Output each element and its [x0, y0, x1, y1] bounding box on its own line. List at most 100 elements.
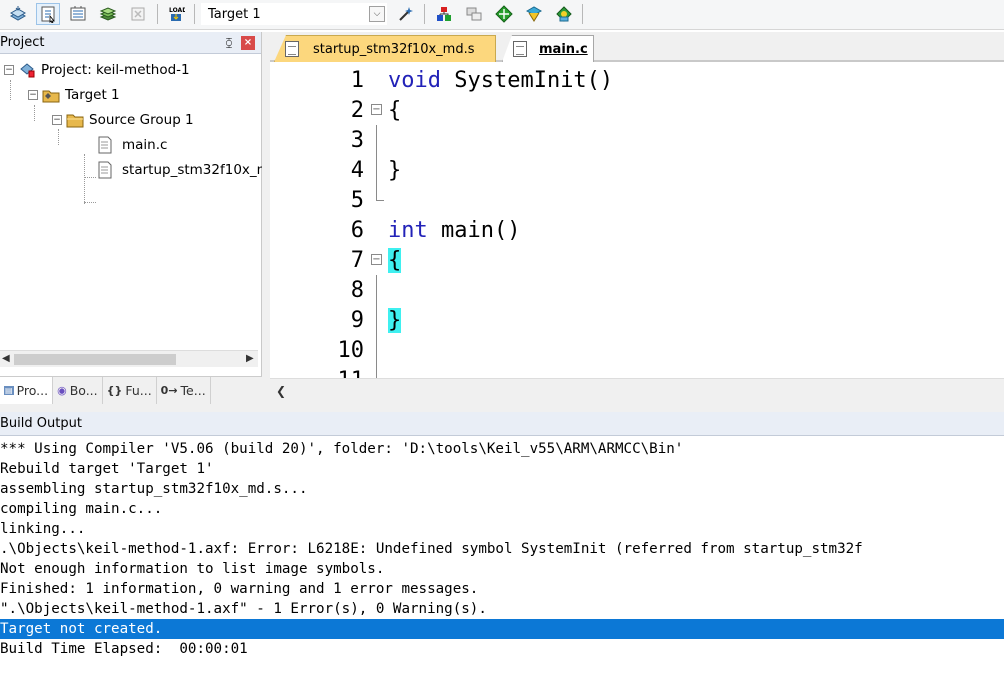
- build-output-line: compiling main.c...: [0, 501, 163, 517]
- project-pane-tabs: ▤ Pro... ◉ Bo... {} Fu... 0→ Te...: [0, 376, 262, 404]
- tree-source-group[interactable]: − Source Group 1: [52, 109, 194, 131]
- line-number: 1: [350, 67, 364, 93]
- code-text: }: [388, 157, 402, 183]
- tree-source-group-label: Source Group 1: [89, 112, 194, 128]
- editor-horizontal-scrollbar[interactable]: ❮: [270, 378, 1004, 404]
- line-number: 2: [350, 97, 364, 123]
- pack-installer-icon[interactable]: [492, 3, 516, 25]
- collapse-icon[interactable]: −: [52, 115, 62, 125]
- tree-file-label: main.c: [122, 137, 168, 153]
- code-line: 2 − {: [270, 95, 402, 125]
- tab-label: Fu...: [125, 383, 152, 398]
- build-output-line: ".\Objects\keil-method-1.axf" - 1 Error(…: [0, 601, 487, 617]
- code-line: 7 − {: [270, 245, 402, 275]
- tab-main-file[interactable]: main.c: [502, 35, 594, 62]
- build-output-title: Build Output: [0, 416, 82, 431]
- toolbar: LOAD Target 1 ⌵: [0, 0, 1004, 30]
- download-icon[interactable]: LOAD: [164, 3, 188, 25]
- code-line: 1 void SystemInit(): [270, 65, 613, 95]
- line-number: 3: [350, 127, 364, 153]
- build-output-line: Not enough information to list image sym…: [0, 561, 385, 577]
- tab-label: Pro...: [16, 383, 49, 398]
- scroll-right-icon[interactable]: ▶: [246, 353, 254, 364]
- tab-label: Bo...: [69, 383, 98, 398]
- collapse-icon[interactable]: −: [4, 65, 14, 75]
- tree-file-label: startup_stm32f10x_m: [122, 162, 270, 178]
- functions-icon: {}: [106, 384, 123, 397]
- scroll-left-icon[interactable]: ◀: [2, 353, 10, 364]
- tree-file-main[interactable]: main.c: [96, 134, 167, 156]
- code-line: 9 }: [270, 305, 402, 335]
- code-line: 8: [270, 275, 388, 305]
- code-line: 4 }: [270, 155, 401, 185]
- build-output-panel[interactable]: *** Using Compiler 'V5.06 (build 20)', f…: [0, 438, 1004, 683]
- scrollbar-thumb[interactable]: [14, 354, 176, 365]
- pin-icon[interactable]: ⧲: [221, 35, 237, 51]
- keyword: void: [388, 67, 441, 93]
- tab-project[interactable]: ▤ Pro...: [0, 377, 54, 404]
- target-select[interactable]: Target 1 ⌵: [201, 3, 387, 25]
- build-output-line: Rebuild target 'Target 1': [0, 461, 214, 477]
- project-horizontal-scrollbar[interactable]: ◀ ▶: [0, 350, 258, 367]
- tree-target[interactable]: − Target 1: [28, 84, 120, 106]
- line-number: 11: [270, 368, 366, 379]
- code-text: SystemInit(): [440, 67, 614, 93]
- code-text: main(): [427, 217, 521, 243]
- line-number: 7: [350, 247, 364, 273]
- build-output-line: Finished: 1 information, 0 warning and 1…: [0, 581, 479, 597]
- batch-build-icon[interactable]: [96, 3, 120, 25]
- project-pane-title: Project: [0, 35, 45, 50]
- line-number: 4: [350, 157, 364, 183]
- tab-templates[interactable]: 0→ Te...: [157, 377, 211, 404]
- templates-icon: 0→: [160, 384, 178, 397]
- editor-tabs: startup_stm32f10x_md.s main.c: [270, 32, 1004, 62]
- code-line: 6 int main(): [270, 215, 521, 245]
- tab-books[interactable]: ◉ Bo...: [53, 377, 103, 404]
- target-folder-icon: [42, 90, 60, 103]
- vertical-splitter[interactable]: [262, 32, 270, 404]
- code-line: 3: [270, 125, 388, 155]
- collapse-icon[interactable]: −: [28, 90, 38, 100]
- file-extensions-icon[interactable]: [462, 3, 486, 25]
- folder-icon: [66, 114, 84, 128]
- close-icon[interactable]: ×: [241, 35, 255, 50]
- line-number: 5: [350, 187, 364, 213]
- fold-collapse-icon[interactable]: −: [371, 104, 382, 115]
- scroll-left-icon[interactable]: ❮: [276, 384, 286, 398]
- svg-text:LOAD: LOAD: [169, 7, 185, 14]
- tree-project-root[interactable]: − Project: keil-method-1: [4, 59, 190, 81]
- target-options-icon[interactable]: [394, 3, 418, 25]
- line-number: 10: [337, 337, 365, 363]
- horizontal-splitter[interactable]: [0, 404, 1004, 412]
- keyword: int: [388, 217, 428, 243]
- matched-brace: }: [388, 307, 402, 333]
- stop-build-icon[interactable]: [126, 3, 150, 25]
- manage-project-icon[interactable]: [432, 3, 456, 25]
- manage-rte-icon[interactable]: [552, 3, 576, 25]
- build-output-line: Build Time Elapsed: 00:00:01: [0, 641, 248, 657]
- tab-label: Te...: [180, 383, 206, 398]
- project-icon: [20, 63, 35, 78]
- tab-functions[interactable]: {} Fu...: [103, 377, 157, 404]
- build-output-title-bar: Build Output: [0, 412, 1004, 436]
- tree-target-label: Target 1: [65, 87, 120, 103]
- build-output-line: linking...: [0, 521, 86, 537]
- file-icon: [285, 41, 299, 57]
- matched-brace: {: [388, 247, 402, 273]
- tree-file-startup[interactable]: startup_stm32f10x_m: [96, 159, 270, 181]
- project-tab-icon: ▤: [4, 386, 14, 395]
- tab-label: main.c: [539, 41, 588, 57]
- build-output-line-selected[interactable]: Target not created.: [0, 619, 1004, 639]
- translate-icon[interactable]: [6, 3, 30, 25]
- code-editor[interactable]: 1 void SystemInit() 2 − { 3 4 } 5 6 int …: [270, 64, 1004, 378]
- fold-collapse-icon[interactable]: −: [371, 254, 382, 265]
- code-text: {: [388, 97, 402, 123]
- build-output-line: *** Using Compiler 'V5.06 (build 20)', f…: [0, 441, 684, 457]
- chevron-down-icon[interactable]: ⌵: [369, 6, 385, 22]
- rebuild-icon[interactable]: [66, 3, 90, 25]
- tab-startup-file[interactable]: startup_stm32f10x_md.s: [274, 35, 496, 62]
- code-line: 5: [270, 185, 388, 215]
- select-packs-icon[interactable]: [522, 3, 546, 25]
- build-output-line: assembling startup_stm32f10x_md.s...: [0, 481, 308, 497]
- build-icon[interactable]: [36, 3, 60, 25]
